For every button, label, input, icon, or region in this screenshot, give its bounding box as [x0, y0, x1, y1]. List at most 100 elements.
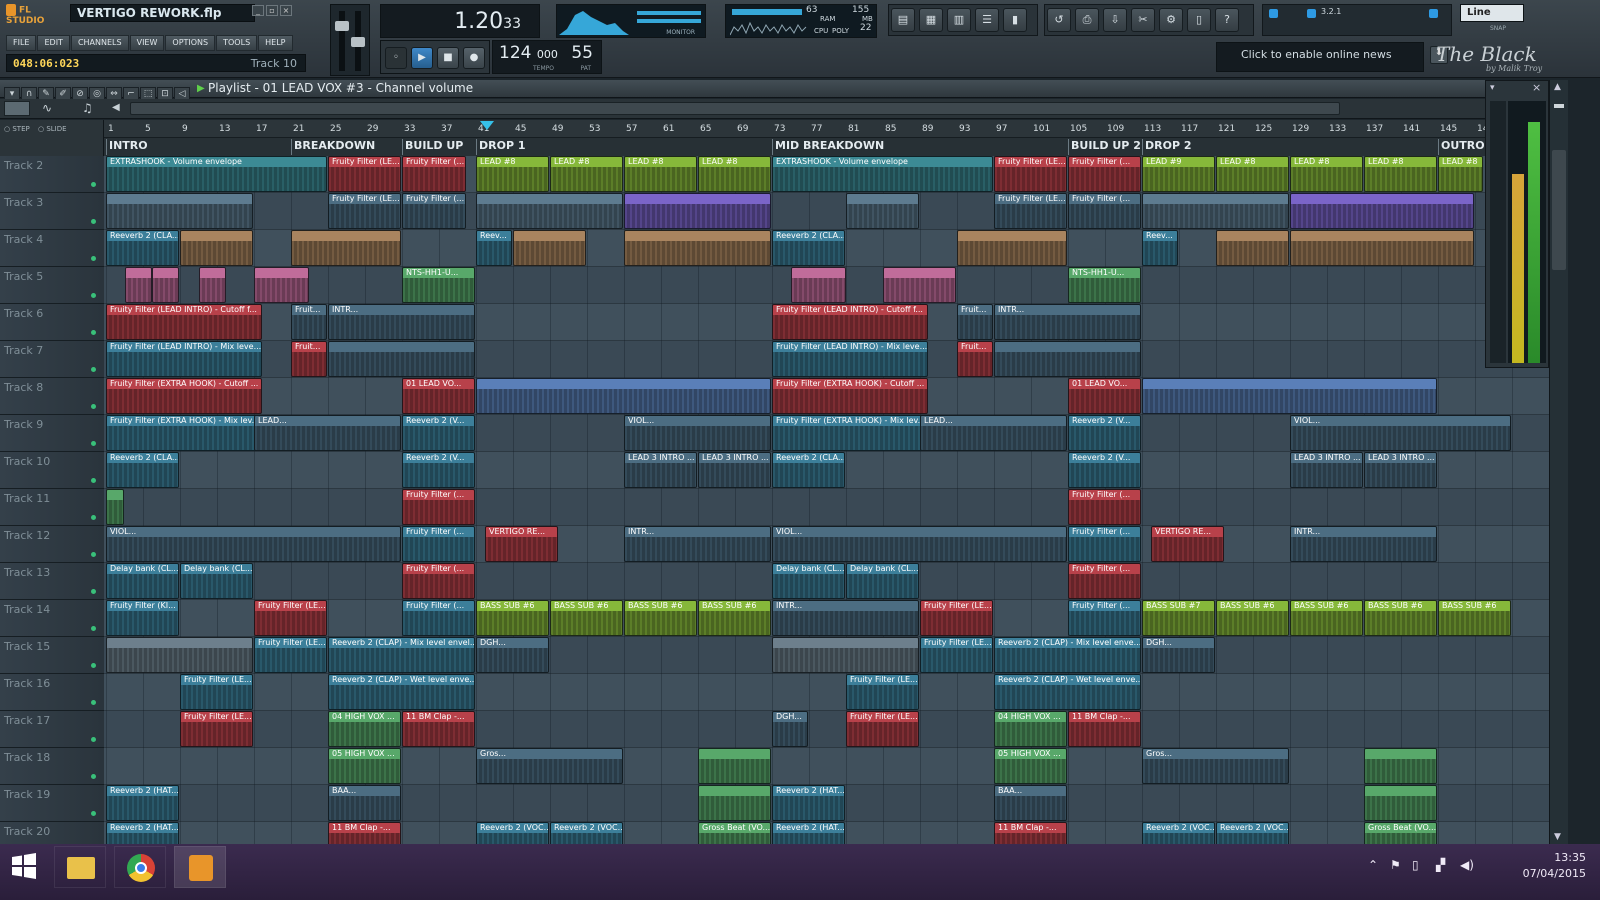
track-header[interactable]: Track 17 — [0, 711, 104, 748]
playlist-clip[interactable]: Fruity Filter (... — [402, 156, 466, 192]
track-enable-indicator[interactable] — [91, 182, 96, 187]
track-enable-indicator[interactable] — [91, 367, 96, 372]
playlist-clip[interactable] — [513, 230, 586, 266]
playlist-clip[interactable] — [106, 637, 253, 673]
playlist-clip[interactable]: Fruity Filter (... — [1068, 563, 1141, 599]
track-enable-indicator[interactable] — [91, 589, 96, 594]
playlist-clip[interactable]: Fruity Filter (EXTRA HOOK) - Mix lev... — [106, 415, 262, 451]
track-enable-indicator[interactable] — [91, 441, 96, 446]
playlist-clip[interactable]: 05 HIGH VOX ... — [994, 748, 1067, 784]
playlist-clip[interactable] — [1142, 193, 1289, 229]
network-icon[interactable]: ▞ — [1436, 858, 1445, 872]
playlist-clip[interactable]: Fruity Filter (LEAD INTRO) - Mix leve... — [106, 341, 262, 377]
play-button[interactable]: ▶ — [411, 47, 433, 69]
track-header[interactable]: Track 20 — [0, 822, 104, 844]
playlist-clip[interactable]: Fruity Filter (LE... — [328, 193, 401, 229]
playlist-clip[interactable]: Reeverb 2 (VOC... — [476, 822, 549, 844]
system-clock[interactable]: 13:35 07/04/2015 — [1523, 850, 1586, 882]
playlist-clip[interactable] — [1142, 378, 1437, 414]
track-enable-indicator[interactable] — [91, 478, 96, 483]
playlist-clip[interactable] — [152, 267, 179, 303]
playlist-clip[interactable]: 11 BM Clap -... — [1068, 711, 1141, 747]
playlist-clip[interactable]: BAA... — [328, 785, 401, 821]
peak-close-icon[interactable]: × — [1532, 81, 1541, 94]
track-header[interactable]: Track 18 — [0, 748, 104, 785]
track-row[interactable] — [104, 711, 1549, 748]
mixer-icon[interactable]: ▮ — [1003, 8, 1027, 32]
section-marker[interactable]: BUILD UP — [402, 139, 463, 155]
restore-icon[interactable]: ▫ — [266, 5, 278, 16]
playlist-clip[interactable]: Fruity Filter (... — [1068, 193, 1141, 229]
playlist-clip[interactable]: Reeverb 2 (HAT... — [772, 785, 845, 821]
audio-view-icon[interactable]: ♫ — [82, 101, 93, 115]
menu-tools[interactable]: TOOLS — [216, 35, 258, 51]
playlist-icon[interactable]: ▤ — [891, 8, 915, 32]
track-enable-indicator[interactable] — [91, 330, 96, 335]
scroll-left-icon[interactable]: ◀ — [112, 102, 120, 113]
menu-help[interactable]: HELP — [258, 35, 293, 51]
fl-studio-taskbar-icon[interactable] — [174, 846, 226, 888]
automation-view-icon[interactable]: ∿ — [42, 101, 52, 115]
playlist-clip[interactable]: 11 BM Clap -... — [994, 822, 1067, 844]
file-explorer-icon[interactable] — [54, 846, 106, 888]
playlist-clip[interactable]: INTR... — [1290, 526, 1437, 562]
playlist-clip[interactable]: Fruity Filter (EXTRA HOOK) - Cutoff ... — [772, 378, 928, 414]
chrome-icon[interactable] — [114, 846, 166, 888]
playlist-clip[interactable]: LEAD 3 INTRO ... — [698, 452, 771, 488]
online-news-panel[interactable]: Click to enable online news — [1216, 42, 1424, 72]
playlist-clip[interactable]: Reeverb 2 (V... — [1068, 415, 1141, 451]
playlist-clip[interactable] — [328, 341, 475, 377]
track-enable-indicator[interactable] — [91, 663, 96, 668]
playlist-clip[interactable]: LEAD #8 — [1216, 156, 1289, 192]
track-enable-indicator[interactable] — [91, 404, 96, 409]
playlist-clip[interactable]: BASS SUB #6 — [624, 600, 697, 636]
playlist-clip[interactable]: Reeverb 2 (V... — [1068, 452, 1141, 488]
playhead-marker[interactable] — [480, 121, 494, 131]
playlist-clip[interactable]: Fruity Filter (LE... — [920, 600, 993, 636]
track-header[interactable]: Track 10 — [0, 452, 104, 489]
playlist-clip[interactable]: Reeverb 2 (HAT... — [772, 822, 845, 844]
playlist-clip[interactable]: Fruity Filter (... — [402, 193, 466, 229]
pattern-song-toggle[interactable]: ◦ — [385, 47, 407, 69]
playlist-clip[interactable]: EXTRASHOOK - Volume envelope — [106, 156, 327, 192]
track-enable-indicator[interactable] — [91, 293, 96, 298]
track-header[interactable]: Track 4 — [0, 230, 104, 267]
track-enable-indicator[interactable] — [91, 626, 96, 631]
battery-icon[interactable]: ▯ — [1412, 858, 1419, 872]
playlist-clip[interactable]: LEAD 3 INTRO ... — [624, 452, 697, 488]
track-row[interactable] — [104, 674, 1549, 711]
playlist-clip[interactable] — [106, 489, 124, 525]
playlist-clip[interactable]: LEAD #8 — [550, 156, 623, 192]
save-icon[interactable]: ⎙ — [1075, 8, 1099, 32]
section-marker[interactable]: OUTRO — [1438, 139, 1485, 155]
track-header[interactable]: Track 16 — [0, 674, 104, 711]
playlist-clip[interactable]: Reeverb 2 (CLAP) - Wet level enve... — [328, 674, 475, 710]
playlist-clip[interactable]: Reeverb 2 (HAT... — [106, 822, 179, 844]
playlist-clip[interactable] — [291, 230, 401, 266]
playlist-clip[interactable]: LEAD 3 INTRO ... — [1290, 452, 1363, 488]
playlist-clip[interactable]: Reeverb 2 (CLAP) - Mix level envel... — [328, 637, 475, 673]
playlist-clip[interactable] — [698, 748, 771, 784]
playlist-clip[interactable]: Gross Beat (VO... — [1364, 822, 1437, 844]
browser-icon[interactable]: ☰ — [975, 8, 999, 32]
playlist-clip[interactable]: INTR... — [772, 600, 919, 636]
record-button[interactable]: ● — [463, 47, 485, 69]
playlist-clip[interactable] — [1364, 748, 1437, 784]
stop-button[interactable]: ■ — [437, 47, 459, 69]
playlist-clip[interactable]: 11 BM Clap -... — [328, 822, 401, 844]
playlist-clip[interactable]: BASS SUB #7 — [1142, 600, 1215, 636]
playlist-clip[interactable]: NTS-HH1-U... — [402, 267, 475, 303]
scroll-up-icon[interactable]: ▲ — [1554, 82, 1561, 92]
playlist-clip[interactable]: 01 LEAD VO... — [1068, 378, 1141, 414]
playlist-clip[interactable]: DGH... — [1142, 637, 1215, 673]
playlist-clip[interactable]: Fruity Filter (LE... — [180, 711, 253, 747]
playlist-clip[interactable] — [772, 637, 919, 673]
playlist-clip[interactable]: Reev... — [1142, 230, 1178, 266]
playlist-clip[interactable]: Fruity Filter (LE... — [920, 637, 993, 673]
playlist-clip[interactable]: Reeverb 2 (CLA... — [106, 230, 179, 266]
playlist-clip[interactable]: Delay bank (CL... — [106, 563, 179, 599]
playlist-clip[interactable] — [846, 193, 919, 229]
playlist-clip[interactable]: Delay bank (CL... — [180, 563, 253, 599]
playlist-clip[interactable]: Reev... — [476, 230, 512, 266]
track-enable-indicator[interactable] — [91, 737, 96, 742]
